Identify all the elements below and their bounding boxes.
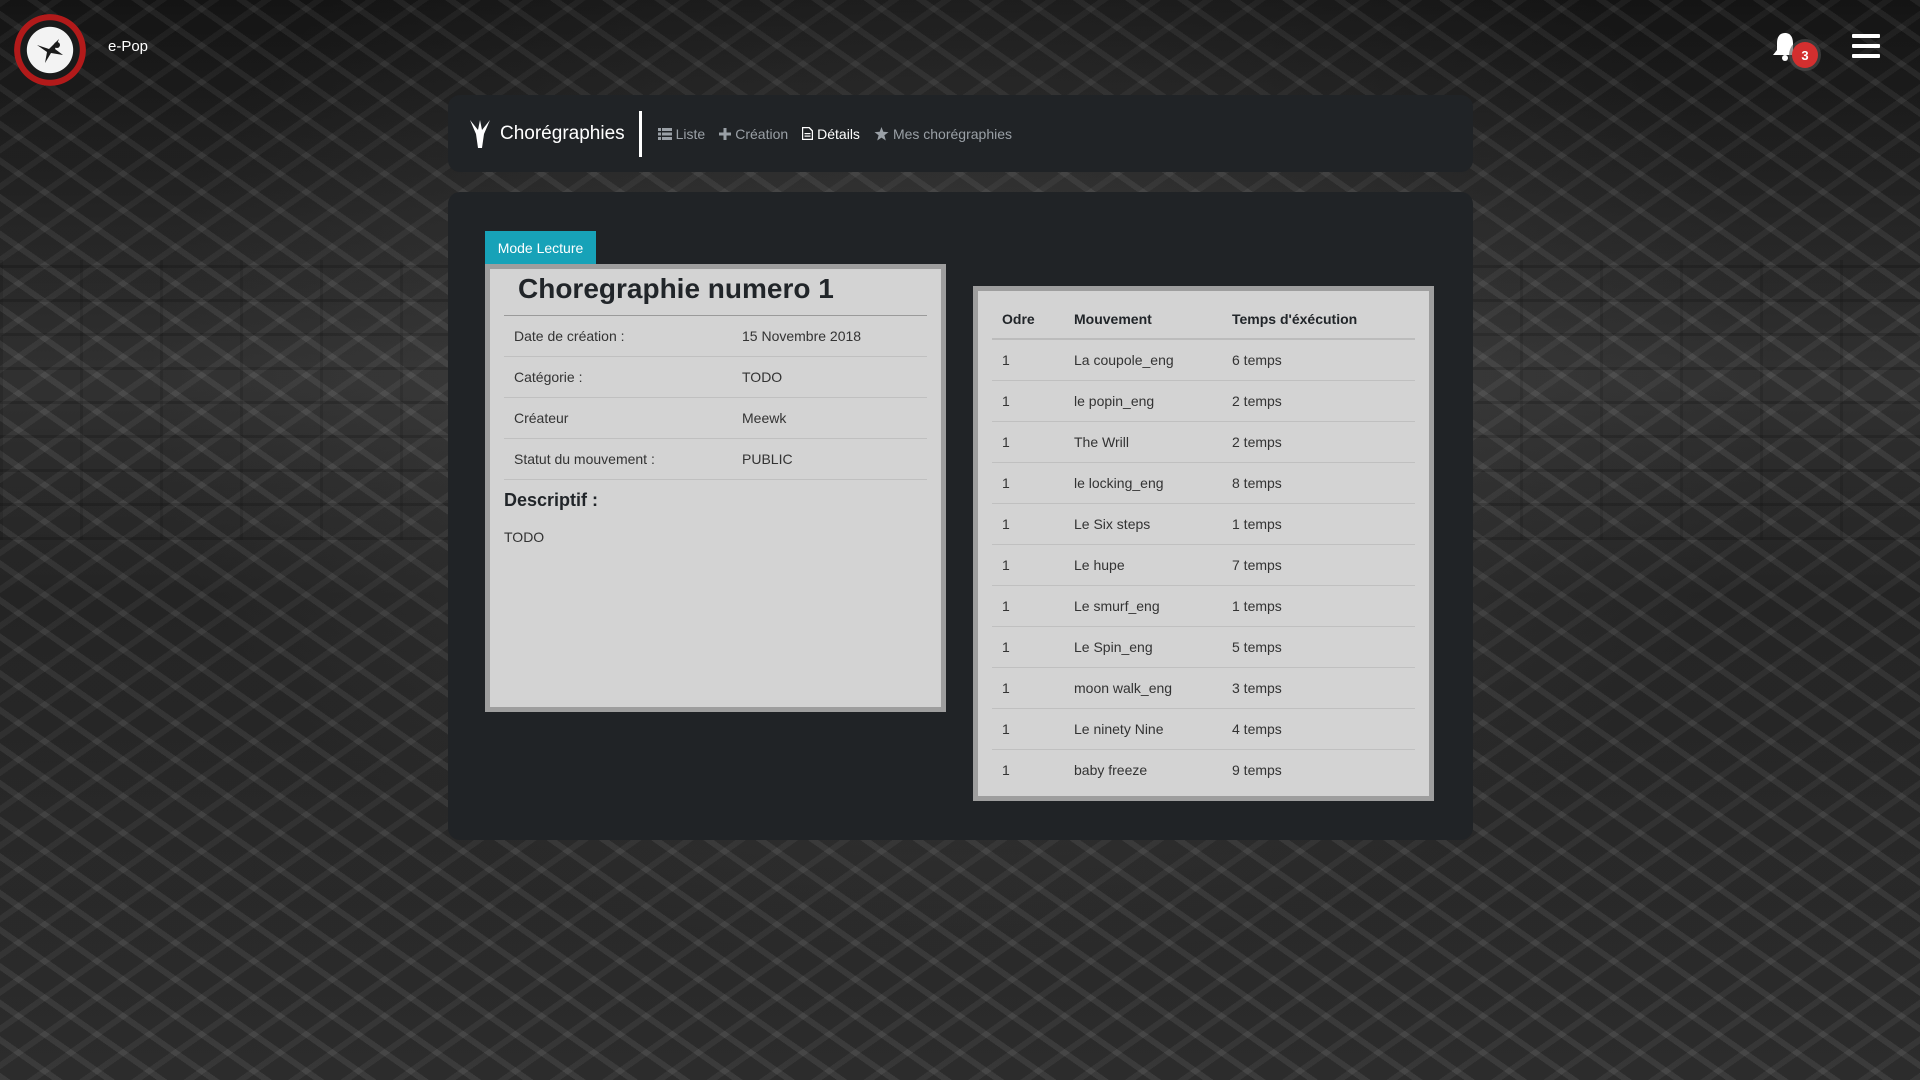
info-row: Créateur Meewk xyxy=(504,398,927,439)
moves-table-card: Odre Mouvement Temps d'éxécution 1 La co… xyxy=(973,286,1434,801)
nav-link-details[interactable]: Détails xyxy=(802,126,860,142)
brand-name[interactable]: e-Pop xyxy=(108,38,148,55)
info-value: TODO xyxy=(742,369,783,385)
nav-link-label: Mes chorégraphies xyxy=(892,125,1012,142)
menu-icon[interactable] xyxy=(1852,34,1880,58)
table-row[interactable]: 1 La coupole_eng 6 temps xyxy=(992,339,1415,381)
column-header-movement: Mouvement xyxy=(1064,299,1222,340)
cell-movement: Le smurf_eng xyxy=(1064,585,1222,627)
cell-movement: Le Six steps xyxy=(1064,503,1222,545)
nav-link-mes-choregraphies[interactable]: Mes chorégraphies xyxy=(874,126,1012,142)
table-row[interactable]: 1 le locking_eng 8 temps xyxy=(992,462,1415,504)
cell-duration: 6 temps xyxy=(1222,339,1415,381)
table-row[interactable]: 1 le popin_eng 2 temps xyxy=(992,380,1415,422)
document-icon xyxy=(802,127,814,140)
cell-duration: 3 temps xyxy=(1222,667,1415,709)
cell-order: 1 xyxy=(992,462,1064,504)
nav-title[interactable]: Chorégraphies xyxy=(448,110,642,157)
cell-duration: 2 temps xyxy=(1222,380,1415,422)
cell-duration: 7 temps xyxy=(1222,544,1415,586)
table-row[interactable]: 1 baby freeze 9 temps xyxy=(992,749,1415,790)
cell-order: 1 xyxy=(992,421,1064,463)
cell-duration: 1 temps xyxy=(1222,503,1415,545)
column-header-order: Odre xyxy=(992,299,1064,340)
choreography-info-card: Choregraphie numero 1 Date de création :… xyxy=(485,264,946,712)
info-key: Date de création : xyxy=(514,328,625,344)
notification-badge[interactable]: 3 xyxy=(1792,42,1818,68)
table-header-row: Odre Mouvement Temps d'éxécution xyxy=(992,299,1415,340)
info-key: Statut du mouvement : xyxy=(514,451,655,467)
info-key: Créateur xyxy=(514,410,569,426)
nav-link-label: Création xyxy=(735,125,789,142)
table-row[interactable]: 1 moon walk_eng 3 temps xyxy=(992,667,1415,709)
star-icon xyxy=(874,126,889,140)
cell-movement: Le Spin_eng xyxy=(1064,626,1222,668)
column-header-duration: Temps d'éxécution xyxy=(1222,299,1415,340)
app-logo[interactable] xyxy=(14,14,86,86)
info-row: Catégorie : TODO xyxy=(504,357,927,398)
cell-movement: The Wrill xyxy=(1064,421,1222,463)
cell-movement: le popin_eng xyxy=(1064,380,1222,422)
moves-table: Odre Mouvement Temps d'éxécution 1 La co… xyxy=(992,299,1415,790)
cell-order: 1 xyxy=(992,667,1064,709)
info-key: Catégorie : xyxy=(514,369,583,385)
description-text: TODO xyxy=(504,529,545,545)
info-row: Statut du mouvement : PUBLIC xyxy=(504,439,927,480)
cell-movement: moon walk_eng xyxy=(1064,667,1222,709)
table-row[interactable]: 1 Le Spin_eng 5 temps xyxy=(992,626,1415,668)
cell-movement: La coupole_eng xyxy=(1064,339,1222,381)
table-row[interactable]: 1 Le Six steps 1 temps xyxy=(992,503,1415,545)
cell-duration: 2 temps xyxy=(1222,421,1415,463)
cell-duration: 4 temps xyxy=(1222,708,1415,750)
cell-order: 1 xyxy=(992,708,1064,750)
table-row[interactable]: 1 Le ninety Nine 4 temps xyxy=(992,708,1415,750)
cell-order: 1 xyxy=(992,503,1064,545)
dancer-logo-icon xyxy=(37,39,63,63)
table-row[interactable]: 1 Le hupe 7 temps xyxy=(992,544,1415,586)
nav-link-liste[interactable]: Liste xyxy=(657,125,706,142)
dancer-icon xyxy=(470,119,490,148)
mode-lecture-button[interactable]: Mode Lecture xyxy=(485,231,596,264)
nav-link-label: Liste xyxy=(675,125,706,142)
nav-links: Liste Création Détails Mes chorégraphies xyxy=(657,125,1026,142)
cell-order: 1 xyxy=(992,339,1064,381)
list-icon xyxy=(657,127,672,140)
info-value: Meewk xyxy=(742,410,787,426)
cell-order: 1 xyxy=(1002,761,1010,778)
cell-movement: baby freeze xyxy=(1074,761,1148,778)
cell-movement: Le ninety Nine xyxy=(1064,708,1222,750)
table-row[interactable]: 1 Le smurf_eng 1 temps xyxy=(992,585,1415,627)
choreography-title: Choregraphie numero 1 xyxy=(504,269,927,316)
cell-duration: 1 temps xyxy=(1222,585,1415,627)
cell-movement: le locking_eng xyxy=(1064,462,1222,504)
nav-link-creation[interactable]: Création xyxy=(719,126,788,142)
info-value: PUBLIC xyxy=(742,451,793,467)
description-heading: Descriptif : xyxy=(504,490,599,510)
cell-order: 1 xyxy=(992,585,1064,627)
info-row: Date de création : 15 Novembre 2018 xyxy=(504,316,927,357)
choreography-nav: Chorégraphies Liste Création Détails Mes… xyxy=(448,95,1473,172)
nav-title-label: Chorégraphies xyxy=(500,122,625,144)
cell-duration: 9 temps xyxy=(1232,761,1282,778)
nav-link-label: Détails xyxy=(817,125,860,142)
cell-movement: Le hupe xyxy=(1064,544,1222,586)
cell-duration: 8 temps xyxy=(1222,462,1415,504)
cell-order: 1 xyxy=(992,544,1064,586)
cell-order: 1 xyxy=(992,380,1064,422)
cell-duration: 5 temps xyxy=(1222,626,1415,668)
plus-icon xyxy=(719,127,732,140)
table-row[interactable]: 1 The Wrill 2 temps xyxy=(992,421,1415,463)
cell-order: 1 xyxy=(992,626,1064,668)
info-value: 15 Novembre 2018 xyxy=(742,328,862,344)
